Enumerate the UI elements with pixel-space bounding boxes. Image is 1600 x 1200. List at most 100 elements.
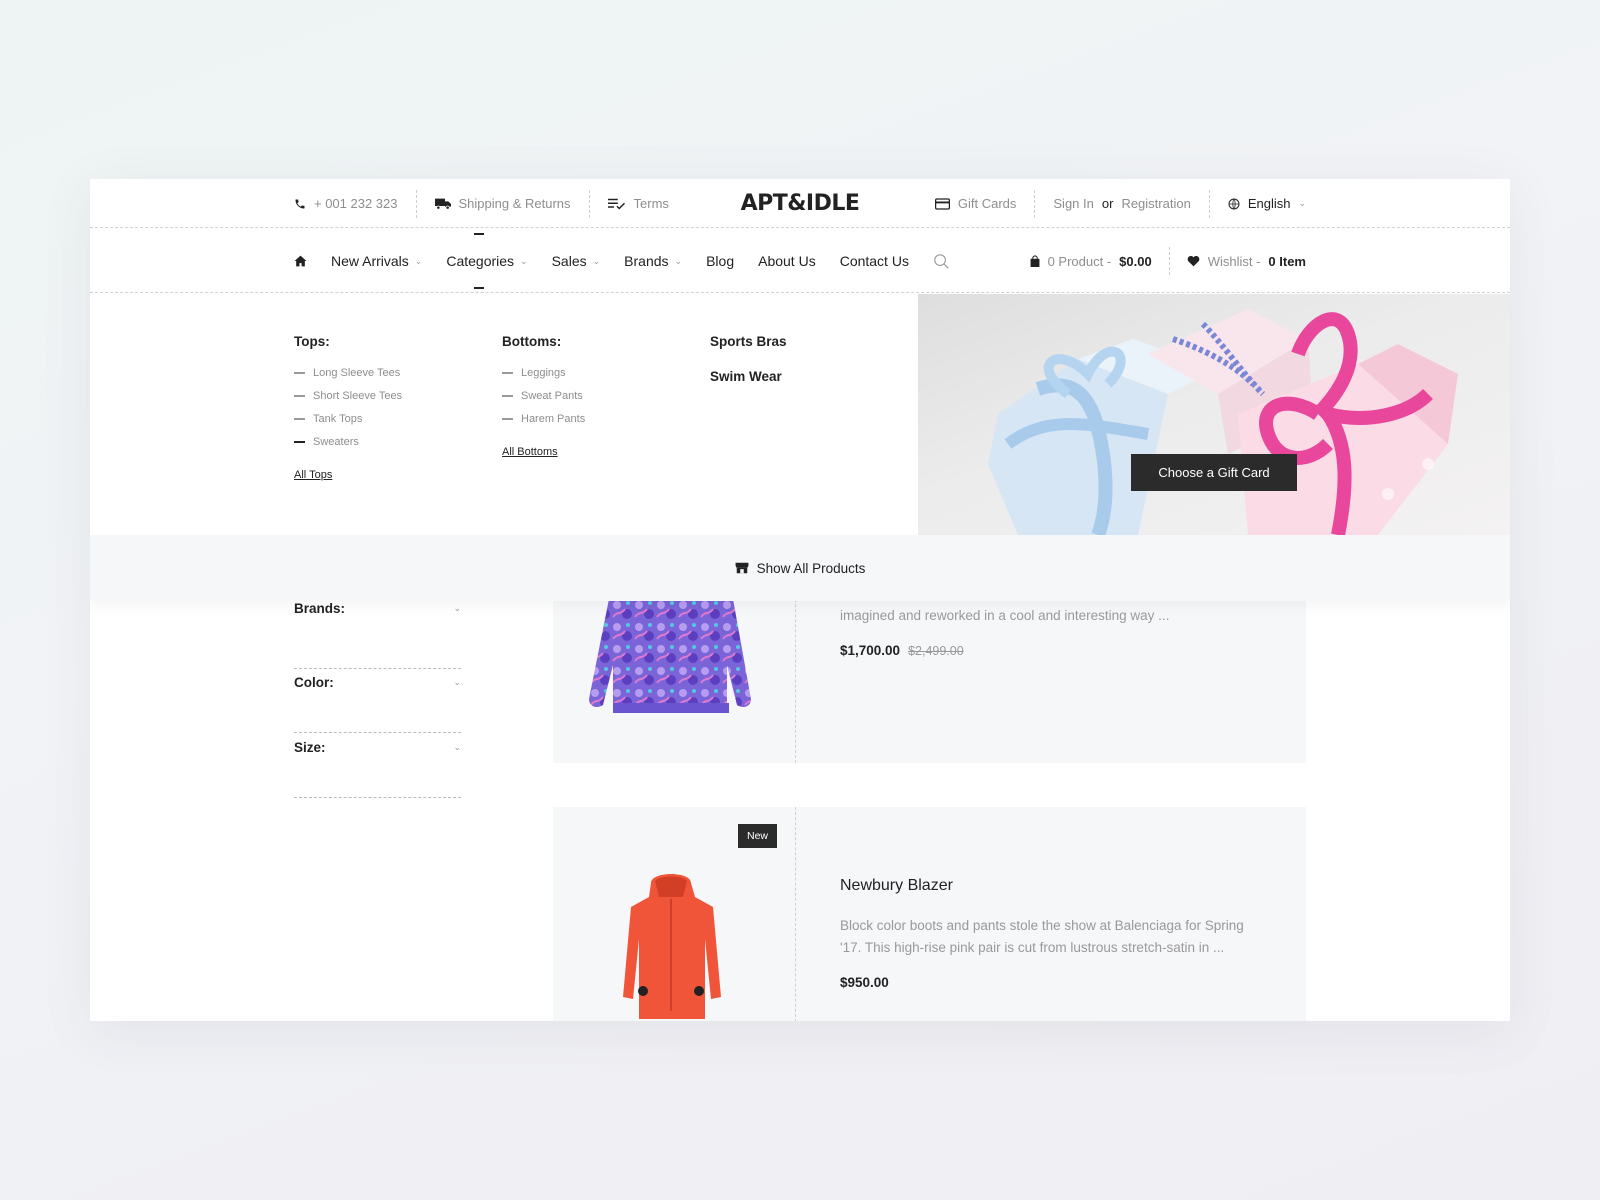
gift-card-promo: Choose a Gift Card: [918, 294, 1510, 535]
gift-cards-label: Gift Cards: [957, 196, 1017, 211]
gift-boxes-image: [988, 309, 1458, 535]
filter-size[interactable]: Size: ⌄: [294, 740, 461, 798]
nav-about-us-label: About Us: [758, 253, 816, 269]
cart-total: $0.00: [1119, 253, 1152, 269]
sign-in-link[interactable]: Sign In: [1053, 196, 1093, 211]
product-image[interactable]: [589, 599, 753, 717]
chevron-down-icon: ⌄: [592, 255, 601, 266]
globe-icon: [1228, 198, 1240, 210]
tops-heading: Tops:: [294, 334, 330, 349]
product-info: Newbury Blazer Block color boots and pan…: [840, 877, 1266, 990]
nav-brands[interactable]: Brands ⌄: [624, 253, 682, 269]
store-icon: [735, 562, 749, 574]
phone-number: + 001 232 323: [314, 196, 398, 211]
heart-icon: [1187, 255, 1200, 267]
other-column: Sports Bras Swim Wear: [710, 334, 787, 402]
filter-color[interactable]: Color: ⌄: [294, 675, 461, 733]
logo[interactable]: APT&IDLE: [741, 191, 860, 216]
product-image-box: New: [553, 807, 796, 1021]
wishlist-label: Wishlist -: [1207, 253, 1261, 269]
tops-column: Tops: Long Sleeve Tees Short Sleeve Tees…: [294, 334, 402, 481]
nav-menu: New Arrivals ⌄ Categories ⌄ Sales ⌄ Bran…: [294, 229, 974, 293]
product-title[interactable]: Newbury Blazer: [840, 877, 1266, 895]
menu-item-sweat-pants[interactable]: Sweat Pants: [502, 390, 585, 402]
nav-categories-label: Categories: [446, 253, 515, 269]
nav-categories[interactable]: Categories ⌄: [446, 233, 528, 289]
top-bar-left: + 001 232 323 Shipping & Returns Terms: [294, 179, 687, 228]
product-old-price: $2,499.00: [908, 644, 964, 658]
search-icon: [933, 253, 950, 270]
bottoms-heading: Bottoms:: [502, 334, 562, 349]
shipping-link[interactable]: Shipping & Returns: [417, 189, 590, 218]
search-button[interactable]: [933, 253, 950, 270]
product-image[interactable]: [621, 869, 721, 1019]
categories-mega-menu: Tops: Long Sleeve Tees Short Sleeve Tees…: [90, 294, 1510, 535]
chevron-down-icon: ⌄: [453, 603, 461, 613]
cart-link[interactable]: 0 Product - $0.00: [1013, 247, 1170, 275]
nav-sales[interactable]: Sales ⌄: [552, 253, 601, 269]
filter-color-label: Color:: [294, 675, 334, 690]
menu-item-long-sleeve-tees[interactable]: Long Sleeve Tees: [294, 367, 402, 379]
home-icon: [294, 255, 307, 267]
truck-icon: [434, 198, 451, 210]
all-bottoms-link[interactable]: All Bottoms: [502, 446, 585, 458]
filter-size-label: Size:: [294, 740, 326, 755]
chevron-down-icon: ⌄: [414, 255, 423, 266]
all-tops-link[interactable]: All Tops: [294, 469, 402, 481]
menu-item-tank-tops[interactable]: Tank Tops: [294, 413, 402, 425]
wishlist-count: 0 Item: [1268, 253, 1306, 269]
nav-blog[interactable]: Blog: [706, 253, 734, 269]
bottoms-column: Bottoms: Leggings Sweat Pants Harem Pant…: [502, 334, 585, 458]
product-price-row: $1,700.00 $2,499.00: [840, 643, 1266, 658]
nav-new-arrivals[interactable]: New Arrivals ⌄: [331, 253, 422, 269]
chevron-down-icon: ⌄: [520, 255, 528, 266]
cart-label: 0 Product -: [1047, 253, 1112, 269]
chevron-down-icon: ⌄: [453, 742, 461, 752]
product-price: $950.00: [840, 975, 889, 990]
nav-right: 0 Product - $0.00 Wishlist - 0 Item: [1013, 229, 1306, 293]
language-label: English: [1247, 196, 1291, 211]
filter-brands[interactable]: Brands: ⌄: [294, 601, 461, 669]
menu-link-sports-bras[interactable]: Sports Bras: [710, 334, 787, 349]
shipping-label: Shipping & Returns: [458, 196, 571, 211]
product-card[interactable]: New Newbury Blazer Block color boots and…: [553, 807, 1306, 1021]
menu-link-swim-wear[interactable]: Swim Wear: [710, 369, 787, 384]
menu-item-harem-pants[interactable]: Harem Pants: [502, 413, 585, 425]
nav-contact-us[interactable]: Contact Us: [840, 253, 909, 269]
tops-list: Long Sleeve Tees Short Sleeve Tees Tank …: [294, 367, 402, 448]
wishlist-link[interactable]: Wishlist - 0 Item: [1170, 247, 1306, 275]
chevron-down-icon: ⌄: [674, 255, 683, 266]
menu-item-leggings[interactable]: Leggings: [502, 367, 585, 379]
show-all-products-button[interactable]: Show All Products: [90, 535, 1510, 601]
product-price: $1,700.00: [840, 643, 901, 658]
top-bar: + 001 232 323 Shipping & Returns Terms A…: [90, 179, 1510, 228]
gift-cards-link[interactable]: Gift Cards: [934, 189, 1036, 218]
choose-gift-card-button[interactable]: Choose a Gift Card: [1131, 454, 1297, 491]
show-all-label: Show All Products: [756, 560, 866, 576]
account-links: Sign In or Registration: [1035, 189, 1210, 218]
nav-sales-label: Sales: [551, 253, 587, 269]
nav-new-arrivals-label: New Arrivals: [331, 253, 409, 269]
menu-item-short-sleeve-tees[interactable]: Short Sleeve Tees: [294, 390, 402, 402]
nav-brands-label: Brands: [624, 253, 669, 269]
filter-brands-label: Brands:: [294, 601, 346, 616]
checklist-icon: [607, 198, 626, 210]
chevron-down-icon: ⌄: [1298, 198, 1306, 208]
nav-home[interactable]: [294, 255, 307, 267]
language-selector[interactable]: English ⌄: [1210, 190, 1306, 218]
terms-link[interactable]: Terms: [590, 190, 687, 218]
phone-icon: [294, 198, 306, 210]
product-description: Block color boots and pants stole the sh…: [840, 918, 1244, 955]
nav-blog-label: Blog: [706, 253, 735, 269]
shopping-bag-icon: [1030, 254, 1040, 268]
nav-about-us[interactable]: About Us: [758, 253, 816, 269]
new-badge: New: [737, 824, 777, 848]
nav-contact-us-label: Contact Us: [839, 253, 909, 269]
bottoms-list: Leggings Sweat Pants Harem Pants: [502, 367, 585, 425]
registration-link[interactable]: Registration: [1121, 196, 1190, 211]
phone-link[interactable]: + 001 232 323: [294, 189, 417, 218]
main-nav: New Arrivals ⌄ Categories ⌄ Sales ⌄ Bran…: [90, 229, 1510, 293]
or-text: or: [1101, 196, 1114, 211]
credit-card-icon: [934, 197, 950, 210]
menu-item-sweaters[interactable]: Sweaters: [294, 436, 402, 448]
